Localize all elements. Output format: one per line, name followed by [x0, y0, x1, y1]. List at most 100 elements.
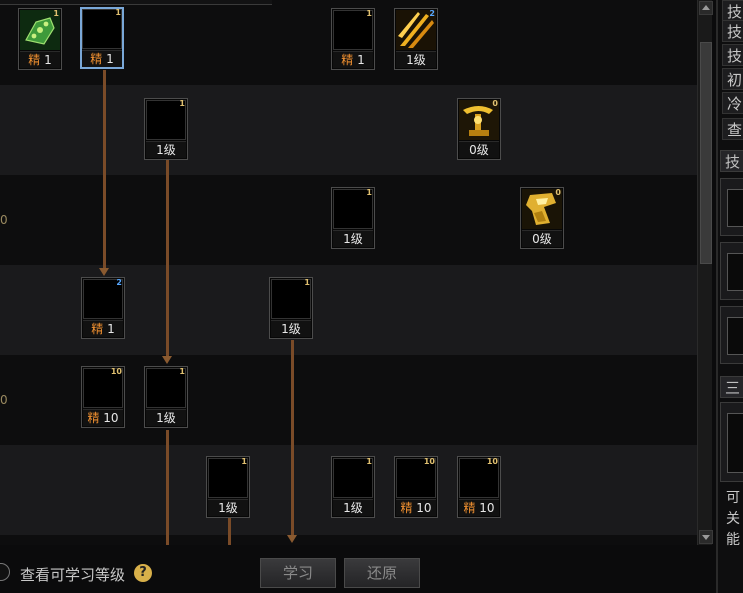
skill-level-label: 精 10	[83, 409, 123, 426]
side-section-header: 技	[720, 150, 743, 172]
row-level-label: 0	[0, 213, 8, 227]
skill-tree-panel: 0 0 1 精 1 1 精 1 1 精 1 2 1级 1 1级 0 0级 1 1…	[0, 0, 697, 545]
side-menu-item[interactable]: 技	[722, 44, 743, 66]
max-level-badge: 1	[115, 8, 121, 17]
skill-level-label: 精 1	[83, 320, 123, 337]
max-level-badge: 1	[241, 457, 247, 466]
level-prefix: 精	[91, 322, 104, 336]
level-value: 10	[479, 501, 495, 515]
skill-slot[interactable]: 10 精 10	[81, 366, 125, 428]
side-menu-item[interactable]: 技	[722, 0, 743, 22]
prereq-arrow-line	[291, 340, 294, 536]
help-icon[interactable]: ?	[134, 564, 152, 582]
view-learnable-radio[interactable]	[0, 563, 10, 581]
max-level-badge: 1	[366, 188, 372, 197]
prereq-arrow-head	[99, 268, 109, 276]
skill-slot-selected[interactable]: 1 精 1	[80, 7, 124, 69]
skill-slot[interactable]: 1 1级	[144, 366, 188, 428]
side-section-header: 三	[720, 376, 743, 398]
scroll-down-button[interactable]	[699, 530, 713, 544]
skill-slot[interactable]: 1 精 1	[18, 8, 62, 70]
prereq-arrow-head	[287, 535, 297, 543]
max-level-badge: 10	[110, 367, 122, 376]
max-level-badge: 1	[53, 9, 59, 18]
skill-level-label: 0级	[459, 141, 499, 158]
prereq-arrow-line	[228, 518, 231, 545]
side-skill-box[interactable]	[720, 402, 743, 482]
prereq-arrow-line	[103, 70, 106, 268]
max-level-badge: 1	[366, 9, 372, 18]
scroll-up-button[interactable]	[699, 1, 713, 15]
skill-level-label: 1级	[333, 230, 373, 247]
reset-button[interactable]: 还原	[344, 558, 420, 588]
max-level-badge: 2	[116, 278, 122, 287]
skill-level-label: 1级	[208, 499, 248, 516]
side-skill-slot	[727, 317, 743, 355]
max-level-badge: 1	[366, 457, 372, 466]
skill-slot[interactable]: 0 0级	[457, 98, 501, 160]
bottom-bar: 查看可学习等级 ? 学习 还原	[0, 545, 716, 593]
skill-slot[interactable]: 1 1级	[144, 98, 188, 160]
skill-tree-scrollbar[interactable]	[697, 0, 713, 545]
skill-level-label: 1级	[396, 51, 436, 68]
max-level-badge: 1	[179, 367, 185, 376]
max-level-badge: 10	[423, 457, 435, 466]
skill-slot[interactable]: 10 精 10	[457, 456, 501, 518]
scrollbar-thumb[interactable]	[700, 42, 712, 264]
side-menu-item[interactable]: 查	[722, 118, 743, 140]
max-level-badge: 0	[492, 99, 498, 108]
level-prefix: 精	[463, 501, 476, 515]
skill-level-label: 精 1	[20, 51, 60, 68]
level-prefix: 精	[341, 53, 354, 67]
side-description-line: 能	[726, 532, 740, 548]
max-level-badge: 2	[429, 9, 435, 18]
skill-level-label: 1级	[271, 320, 311, 337]
max-level-badge: 0	[555, 188, 561, 197]
max-level-badge: 1	[304, 278, 310, 287]
side-menu-item[interactable]: 技	[722, 20, 743, 42]
skill-slot[interactable]: 2 1级	[394, 8, 438, 70]
level-value: 1	[106, 52, 114, 66]
side-skill-box[interactable]	[720, 306, 743, 364]
skill-slot[interactable]: 2 精 1	[81, 277, 125, 339]
skill-slot[interactable]: 1 1级	[269, 277, 313, 339]
skill-level-label: 精 1	[82, 50, 122, 67]
side-skill-slot	[727, 413, 743, 473]
row-level-label: 0	[0, 393, 8, 407]
arrow-up-icon	[702, 5, 710, 10]
side-description-line: 可	[726, 490, 740, 506]
side-description-line: 关	[726, 511, 740, 527]
skill-slot[interactable]: 10 精 10	[394, 456, 438, 518]
arrow-down-icon	[702, 535, 710, 540]
prereq-arrow-head	[162, 356, 172, 364]
side-skill-slot	[727, 189, 743, 227]
level-value: 10	[103, 411, 119, 425]
skill-level-label: 精 10	[396, 499, 436, 516]
skill-level-label: 1级	[333, 499, 373, 516]
learn-button[interactable]: 学习	[260, 558, 336, 588]
skill-slot[interactable]: 1 精 1	[331, 8, 375, 70]
level-prefix: 精	[87, 411, 100, 425]
skill-level-label: 精 10	[459, 499, 499, 516]
level-prefix: 精	[90, 52, 103, 66]
max-level-badge: 1	[179, 99, 185, 108]
skill-level-label: 1级	[146, 141, 186, 158]
skill-level-label: 1级	[146, 409, 186, 426]
skill-slot[interactable]: 1 1级	[331, 187, 375, 249]
skill-slot[interactable]: 0 0级	[520, 187, 564, 249]
prereq-arrow-line	[166, 160, 169, 356]
side-skill-box[interactable]	[720, 242, 743, 300]
level-value: 1	[44, 53, 52, 67]
skill-slot[interactable]: 1 1级	[206, 456, 250, 518]
side-menu-item[interactable]: 初	[722, 68, 743, 90]
skill-slot[interactable]: 1 1级	[331, 456, 375, 518]
level-value: 1	[107, 322, 115, 336]
prereq-arrow-line	[166, 430, 169, 545]
right-side-panel: 技 技 技 初 冷 查 技 三 可 关 能	[716, 0, 743, 593]
skill-level-label: 精 1	[333, 51, 373, 68]
level-value: 1	[357, 53, 365, 67]
side-menu-item[interactable]: 冷	[722, 92, 743, 114]
max-level-badge: 10	[486, 457, 498, 466]
side-skill-box[interactable]	[720, 178, 743, 236]
skill-level-label: 0级	[522, 230, 562, 247]
